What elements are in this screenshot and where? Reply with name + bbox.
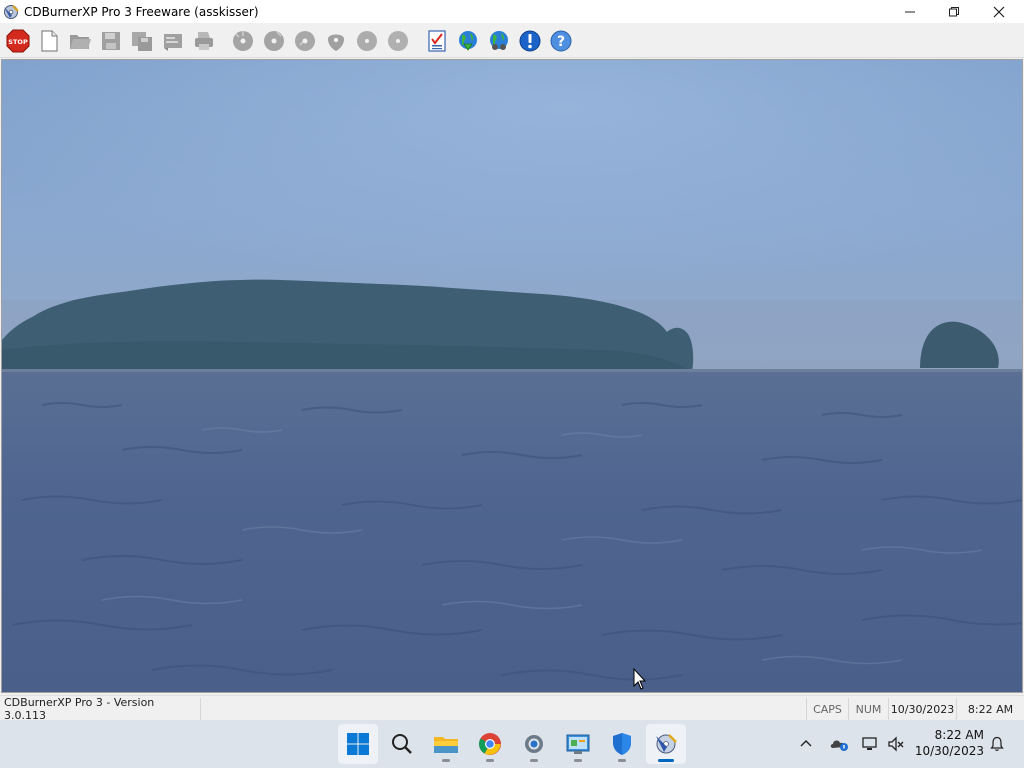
active-indicator bbox=[658, 759, 674, 762]
taskbar-control-panel[interactable] bbox=[558, 724, 598, 764]
settings-icon bbox=[525, 735, 543, 753]
save-as-button[interactable] bbox=[128, 27, 156, 54]
disc-burn-icon bbox=[233, 30, 253, 51]
checklist-icon bbox=[428, 29, 446, 52]
disc-eject-icon bbox=[328, 34, 344, 51]
cloud-icon bbox=[830, 740, 848, 751]
new-button[interactable] bbox=[35, 27, 63, 54]
running-indicator bbox=[486, 759, 494, 762]
burn-disc-button[interactable] bbox=[229, 27, 257, 54]
properties-button[interactable] bbox=[159, 27, 187, 54]
web-update-icon bbox=[459, 30, 477, 51]
taskbar-settings[interactable] bbox=[514, 724, 554, 764]
save-icon bbox=[102, 31, 120, 50]
window-title: CDBurnerXP Pro 3 Freeware (asskisser) bbox=[24, 4, 259, 19]
properties-icon bbox=[164, 33, 182, 51]
network-icon bbox=[862, 737, 877, 750]
status-time: 8:22 AM bbox=[956, 698, 1024, 720]
cdburnerxp-app-icon[interactable] bbox=[3, 4, 19, 20]
disc-verify-button[interactable] bbox=[384, 27, 412, 54]
caps-indicator: CAPS bbox=[806, 698, 848, 720]
help-icon: ? bbox=[550, 30, 572, 51]
disc-erase-icon bbox=[295, 30, 315, 51]
search-button[interactable] bbox=[382, 724, 422, 764]
print-icon bbox=[195, 31, 213, 50]
eject-disc-button[interactable] bbox=[322, 27, 350, 54]
lake-landscape-image bbox=[2, 60, 1022, 692]
restore-button[interactable] bbox=[931, 0, 977, 23]
checklist-button[interactable] bbox=[423, 27, 451, 54]
chrome-icon bbox=[479, 733, 501, 755]
update-button[interactable] bbox=[454, 27, 482, 54]
taskbar-defender[interactable] bbox=[602, 724, 642, 764]
status-date: 10/30/2023 bbox=[888, 698, 956, 720]
title-bar: CDBurnerXP Pro 3 Freeware (asskisser) bbox=[0, 0, 1024, 23]
taskbar-chrome[interactable] bbox=[470, 724, 510, 764]
splash-image-area bbox=[1, 59, 1023, 693]
stop-icon: STOP bbox=[6, 29, 30, 52]
disc-info-icon bbox=[357, 30, 377, 51]
info-icon bbox=[519, 30, 541, 51]
copy-disc-button[interactable] bbox=[260, 27, 288, 54]
file-explorer-icon bbox=[434, 737, 458, 753]
chevron-up-icon bbox=[800, 740, 812, 747]
erase-disc-button[interactable] bbox=[291, 27, 319, 54]
volume-tray-button[interactable] bbox=[884, 720, 908, 768]
control-panel-icon bbox=[566, 734, 590, 754]
cdburnerxp-icon bbox=[656, 734, 677, 754]
start-button[interactable] bbox=[338, 724, 378, 764]
running-indicator bbox=[574, 759, 582, 762]
taskbar-file-explorer[interactable] bbox=[426, 724, 466, 764]
print-button[interactable] bbox=[190, 27, 218, 54]
taskbar: 8:22 AM 10/30/2023 bbox=[0, 720, 1024, 768]
running-indicator bbox=[442, 759, 450, 762]
save-button[interactable] bbox=[97, 27, 125, 54]
num-indicator: NUM bbox=[848, 698, 888, 720]
status-bar: CDBurnerXP Pro 3 - Version 3.0.113 CAPS … bbox=[0, 695, 1024, 722]
taskbar-clock[interactable]: 8:22 AM 10/30/2023 bbox=[915, 727, 984, 759]
close-button[interactable] bbox=[976, 0, 1022, 23]
save-as-icon bbox=[132, 31, 152, 51]
status-spacer bbox=[200, 698, 806, 720]
defender-icon bbox=[613, 733, 631, 755]
community-button[interactable] bbox=[485, 27, 513, 54]
open-folder-icon bbox=[70, 34, 91, 49]
help-button[interactable]: ? bbox=[547, 27, 575, 54]
start-icon bbox=[347, 733, 369, 755]
bell-icon bbox=[990, 736, 1004, 751]
show-hidden-icons-button[interactable] bbox=[794, 720, 818, 768]
open-button[interactable] bbox=[66, 27, 94, 54]
svg-text:?: ? bbox=[557, 34, 565, 50]
minimize-button[interactable] bbox=[887, 0, 933, 23]
disc-copy-icon bbox=[264, 30, 284, 51]
running-indicator bbox=[618, 759, 626, 762]
version-label: CDBurnerXP Pro 3 - Version 3.0.113 bbox=[4, 696, 155, 722]
running-indicator bbox=[530, 759, 538, 762]
disc-info-button[interactable] bbox=[353, 27, 381, 54]
web-community-icon bbox=[490, 30, 508, 50]
clock-date: 10/30/2023 bbox=[914, 744, 984, 758]
clock-time: 8:22 AM bbox=[934, 728, 984, 742]
toolbar: STOP ? bbox=[0, 23, 1024, 58]
about-button[interactable] bbox=[516, 27, 544, 54]
svg-text:STOP: STOP bbox=[8, 38, 28, 46]
taskbar-cdburnerxp[interactable] bbox=[646, 724, 686, 764]
stop-button[interactable]: STOP bbox=[4, 27, 32, 54]
network-tray-button[interactable] bbox=[858, 720, 882, 768]
new-document-icon bbox=[41, 30, 58, 51]
onedrive-tray-button[interactable] bbox=[826, 720, 852, 768]
search-icon bbox=[392, 734, 412, 754]
disc-verify-icon bbox=[388, 30, 408, 51]
notifications-button[interactable] bbox=[986, 720, 1008, 768]
speaker-muted-icon bbox=[888, 736, 904, 752]
